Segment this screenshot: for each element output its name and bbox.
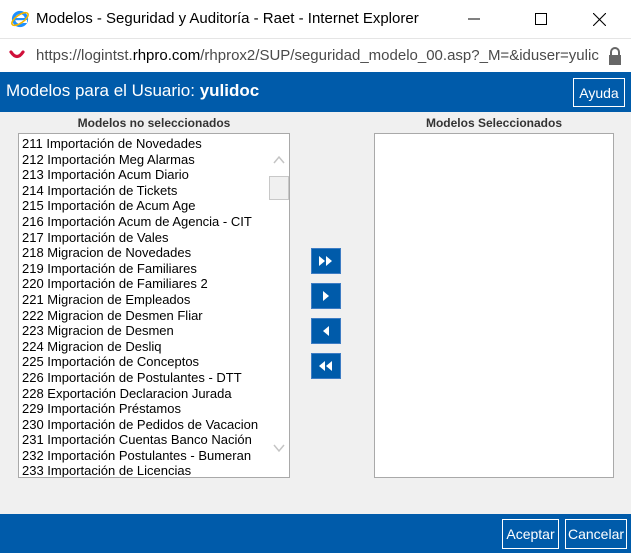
list-item[interactable]: 228 Exportación Declaracion Jurada	[22, 386, 272, 402]
scroll-up-icon[interactable]	[273, 154, 285, 166]
list-item[interactable]: 232 Importación Postulantes - Bumeran	[22, 448, 272, 464]
selected-list-label: Modelos Seleccionados	[425, 116, 563, 130]
page-title-username: yulidoc	[199, 81, 260, 100]
site-favicon-icon	[9, 50, 25, 59]
list-item[interactable]: 229 Importación Préstamos	[22, 401, 272, 417]
help-button[interactable]: Ayuda	[573, 78, 625, 107]
list-item[interactable]: 222 Migracion de Desmen Fliar	[22, 308, 272, 324]
page-header: Modelos para el Usuario: yulidoc Ayuda	[0, 72, 631, 112]
selected-models-list[interactable]	[374, 133, 614, 478]
close-icon	[592, 12, 606, 26]
list-item[interactable]: 212 Importación Meg Alarmas	[22, 152, 272, 168]
list-item[interactable]: 221 Migracion de Empleados	[22, 292, 272, 308]
list-scrollbar[interactable]	[269, 134, 289, 477]
unselected-list-label: Modelos no seleccionados	[77, 116, 231, 130]
arrow-left-icon	[323, 326, 329, 336]
maximize-button[interactable]	[518, 0, 564, 38]
list-item[interactable]: 224 Migracion de Desliq	[22, 339, 272, 355]
scrollbar-thumb[interactable]	[269, 176, 289, 200]
internet-explorer-icon	[11, 10, 29, 28]
list-item[interactable]: 220 Importación de Familiares 2	[22, 276, 272, 292]
list-item[interactable]: 214 Importación de Tickets	[22, 183, 272, 199]
list-item[interactable]: 225 Importación de Conceptos	[22, 354, 272, 370]
page-footer: Aceptar Cancelar	[0, 514, 631, 553]
page-title: Modelos para el Usuario: yulidoc	[6, 81, 259, 101]
cancel-button[interactable]: Cancelar	[565, 519, 627, 549]
unselected-items-container: 211 Importación de Novedades 212 Importac…	[22, 136, 272, 477]
double-arrow-left-icon	[319, 361, 332, 371]
accept-button[interactable]: Aceptar	[502, 519, 559, 549]
list-item[interactable]: 216 Importación Acum de Agencia - CIT	[22, 214, 272, 230]
window-title: Modelos - Seguridad y Auditoría - Raet -…	[36, 10, 419, 27]
list-item[interactable]: 218 Migracion de Novedades	[22, 245, 272, 261]
url-path: /rhprox2/SUP/seguridad_modelo_00.asp?_M=…	[200, 47, 599, 64]
window-titlebar: Modelos - Seguridad y Auditoría - Raet -…	[0, 0, 631, 38]
minimize-button[interactable]	[451, 0, 497, 38]
unselected-models-list[interactable]: 211 Importación de Novedades 212 Importac…	[18, 133, 290, 478]
list-item[interactable]: 233 Importación de Licencias	[22, 463, 272, 477]
list-item[interactable]: 226 Importación de Postulantes - DTT	[22, 370, 272, 386]
move-all-right-button[interactable]	[311, 248, 341, 274]
close-button[interactable]	[576, 0, 622, 38]
list-item[interactable]: 213 Importación Acum Diario	[22, 167, 272, 183]
url-host: rhpro.com	[132, 47, 201, 64]
page-title-prefix: Modelos para el Usuario:	[6, 81, 200, 100]
move-right-button[interactable]	[311, 283, 341, 309]
list-item[interactable]: 215 Importación de Acum Age	[22, 198, 272, 214]
list-item[interactable]: 231 Importación Cuentas Banco Nación	[22, 432, 272, 448]
arrow-right-icon	[323, 291, 329, 301]
list-item[interactable]: 217 Importación de Vales	[22, 230, 272, 246]
move-all-left-button[interactable]	[311, 353, 341, 379]
address-bar[interactable]: https://logintst.rhpro.com/rhprox2/SUP/s…	[0, 38, 631, 72]
url-text[interactable]: https://logintst.rhpro.com/rhprox2/SUP/s…	[36, 47, 604, 64]
list-item[interactable]: 219 Importación de Familiares	[22, 261, 272, 277]
list-item[interactable]: 230 Importación de Pedidos de Vacacion	[22, 417, 272, 433]
url-prefix: https://logintst.	[36, 47, 133, 64]
lock-icon[interactable]	[607, 46, 623, 66]
minimize-icon	[468, 18, 480, 20]
double-arrow-right-icon	[319, 256, 332, 266]
list-item[interactable]: 223 Migracion de Desmen	[22, 323, 272, 339]
scroll-down-icon[interactable]	[273, 442, 285, 454]
list-item[interactable]: 211 Importación de Novedades	[22, 136, 272, 152]
maximize-icon	[535, 13, 547, 25]
move-left-button[interactable]	[311, 318, 341, 344]
